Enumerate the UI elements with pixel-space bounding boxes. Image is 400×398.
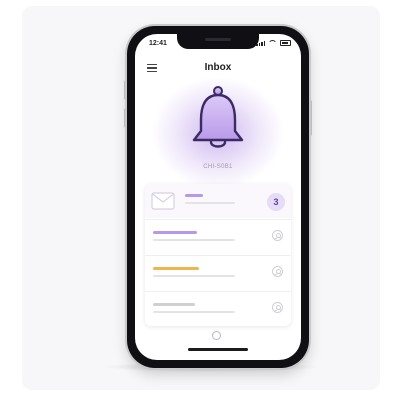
item-preview-line: [153, 239, 235, 241]
message-title-bar: [185, 194, 203, 197]
list-item[interactable]: [145, 291, 291, 326]
item-accent-bar: [153, 267, 199, 270]
avatar-icon: [272, 230, 283, 241]
item-accent-bar: [153, 231, 197, 234]
hero-subtitle: CHI-S0B1: [203, 164, 233, 170]
avatar-icon: [272, 302, 283, 313]
unread-count-badge: 3: [267, 193, 285, 211]
list-item[interactable]: [145, 255, 291, 290]
home-button-icon[interactable]: [212, 331, 221, 340]
status-icons: [256, 40, 291, 46]
phone-screen: 12:41 Inbox CHI-S0B1 3: [135, 34, 301, 360]
notch: [177, 34, 259, 49]
wifi-icon: [268, 40, 277, 46]
phone-frame: 12:41 Inbox CHI-S0B1 3: [127, 26, 309, 368]
featured-notification[interactable]: 3: [145, 184, 291, 218]
item-preview-line: [153, 311, 235, 313]
signal-icon: [256, 41, 265, 46]
item-accent-bar: [153, 303, 195, 306]
battery-icon: [280, 40, 291, 46]
avatar-icon: [272, 266, 283, 277]
item-preview-line: [153, 275, 235, 277]
bell-icon: [192, 86, 244, 148]
status-time: 12:41: [149, 40, 167, 47]
notification-list: 3: [145, 184, 291, 326]
list-item[interactable]: [145, 219, 291, 254]
envelope-icon: [151, 192, 175, 210]
page-title: Inbox: [204, 62, 232, 73]
speaker-grille: [205, 38, 231, 41]
home-indicator[interactable]: [188, 348, 248, 351]
message-preview-line: [185, 202, 235, 204]
